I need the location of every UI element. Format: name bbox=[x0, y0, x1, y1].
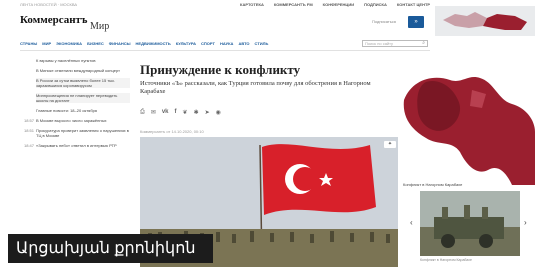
photo-gallery-badge[interactable]: ✦ bbox=[384, 141, 396, 148]
nav-item[interactable]: ФИНАНСЫ bbox=[109, 41, 131, 46]
sidebar-news-item[interactable]: Главные новости: 18–20 октября bbox=[24, 108, 130, 113]
news-time: 18:51 bbox=[24, 128, 35, 133]
twitter-icon[interactable]: ❦ bbox=[183, 109, 188, 116]
arrow-left-icon[interactable]: ‹ bbox=[410, 218, 413, 227]
whatsapp-icon[interactable]: ◉ bbox=[216, 109, 221, 116]
map-caption[interactable]: Конфликт в Нагорном Карабахе bbox=[403, 182, 462, 187]
sidebar-news-item[interactable]: В России за сутки выявлено более 15 тыс.… bbox=[24, 78, 130, 88]
related-photo-caption: Конфликт в Нагорном Карабахе bbox=[420, 258, 472, 262]
topbar-links: КАРТОТЕКА КОММЕРСАНТЪ FM КОНФЕРЕНЦИИ ПОД… bbox=[240, 2, 430, 7]
news-text[interactable]: Главные новости: 18–20 октября bbox=[36, 108, 130, 113]
region-map[interactable] bbox=[402, 60, 535, 185]
article-meta: Коммерсантъ от 14.10.2020, 00:10 bbox=[140, 129, 204, 134]
news-time bbox=[24, 78, 36, 88]
topbar-left-text[interactable]: ЛЕНТА НОВОСТЕЙ · МОСКВА bbox=[20, 2, 77, 7]
news-text[interactable]: «Закрывать небо» ответил в интервью РТР bbox=[36, 143, 130, 148]
inset-map[interactable] bbox=[435, 6, 535, 36]
nav-item[interactable]: НЕДВИЖИМОСТЬ bbox=[136, 41, 171, 46]
share-bar: ⎙ ✉ vk f ❦ ✱ ➤ ◉ bbox=[140, 109, 221, 116]
nav-item[interactable]: ЭКОНОМИКА bbox=[56, 41, 82, 46]
news-time bbox=[24, 108, 36, 113]
vk-icon[interactable]: vk bbox=[162, 109, 169, 116]
main-nav: СТРАНЫ МИР ЭКОНОМИКА БИЗНЕС ФИНАНСЫ НЕДВ… bbox=[20, 41, 268, 46]
nav-item[interactable]: АВТО bbox=[238, 41, 249, 46]
topbar-link[interactable]: КОММЕРСАНТЪ FM bbox=[274, 2, 313, 7]
nav-item[interactable]: НАУКА bbox=[220, 41, 233, 46]
search-icon[interactable]: ⌕ bbox=[422, 41, 425, 46]
topbar-link[interactable]: КОНТАКТ ЦЕНТР bbox=[397, 2, 430, 7]
news-text[interactable]: К взрывы у населённых пунктов bbox=[36, 58, 130, 63]
subscribe-button[interactable]: » bbox=[408, 16, 424, 28]
news-text[interactable]: Минпросвещения не планирует переводить ш… bbox=[36, 93, 130, 103]
news-time: 18:47 bbox=[24, 143, 35, 148]
news-time: 18:57 bbox=[24, 118, 35, 123]
telegram-icon[interactable]: ➤ bbox=[205, 109, 210, 116]
sidebar-news-item[interactable]: 18:57 В Москве выросло число заражённых bbox=[24, 118, 130, 123]
article-subhead: Источники «Ъ» рассказали, как Турция гот… bbox=[140, 80, 371, 95]
related-photo-scene bbox=[420, 191, 520, 256]
comments-icon[interactable]: ✉ bbox=[151, 109, 156, 116]
nav-item[interactable]: СТРАНЫ bbox=[20, 41, 37, 46]
print-icon[interactable]: ⎙ bbox=[140, 109, 145, 116]
news-time bbox=[24, 58, 36, 63]
search-input[interactable]: Поиск по сайту ⌕ bbox=[362, 40, 428, 47]
nav-item[interactable]: КУЛЬТУРА bbox=[176, 41, 196, 46]
sidebar-news-item[interactable]: 18:47 «Закрывать небо» ответил в интервь… bbox=[24, 143, 130, 148]
news-text[interactable]: В Москве выросло число заражённых bbox=[36, 118, 130, 123]
news-sidebar: К взрывы у населённых пунктов В Минске о… bbox=[24, 58, 130, 153]
news-text[interactable]: В России за сутки выявлено более 15 тыс.… bbox=[36, 78, 130, 88]
news-time bbox=[24, 93, 36, 103]
subscribe-label[interactable]: Подписаться bbox=[372, 19, 396, 24]
topbar-link[interactable]: КОНФЕРЕНЦИИ bbox=[323, 2, 354, 7]
nav-item[interactable]: СТИЛЬ bbox=[255, 41, 269, 46]
nav-item[interactable]: БИЗНЕС bbox=[87, 41, 104, 46]
topbar-link[interactable]: ПОДПИСКА bbox=[364, 2, 387, 7]
sidebar-news-item[interactable]: Минпросвещения не планирует переводить ш… bbox=[24, 93, 130, 103]
search-placeholder: Поиск по сайту bbox=[365, 41, 394, 46]
section-title: Мир bbox=[90, 21, 110, 32]
article-headline: Принуждение к конфликту bbox=[140, 62, 301, 77]
brand-logo[interactable]: Коммерсантъ bbox=[20, 14, 87, 26]
facebook-icon[interactable]: f bbox=[175, 109, 177, 116]
arrow-right-icon[interactable]: › bbox=[524, 218, 527, 227]
ok-icon[interactable]: ✱ bbox=[194, 109, 199, 116]
nav-item[interactable]: МИР bbox=[42, 41, 51, 46]
sidebar-news-item[interactable]: 18:51 Прокуратура проверит заявления о н… bbox=[24, 128, 130, 138]
sidebar-news-item[interactable]: К взрывы у населённых пунктов bbox=[24, 58, 130, 63]
divider bbox=[20, 50, 430, 51]
topbar-link[interactable]: КАРТОТЕКА bbox=[240, 2, 264, 7]
news-time bbox=[24, 68, 36, 73]
overlay-banner: Արցախյան քրոնիկոն bbox=[8, 234, 213, 263]
nav-item[interactable]: СПОРТ bbox=[201, 41, 215, 46]
related-photo[interactable] bbox=[420, 191, 520, 256]
sidebar-news-item[interactable]: В Минске отменили международный концерт bbox=[24, 68, 130, 73]
news-text[interactable]: Прокуратура проверит заявления о нарушен… bbox=[36, 128, 130, 138]
news-text[interactable]: В Минске отменили международный концерт bbox=[36, 68, 130, 73]
